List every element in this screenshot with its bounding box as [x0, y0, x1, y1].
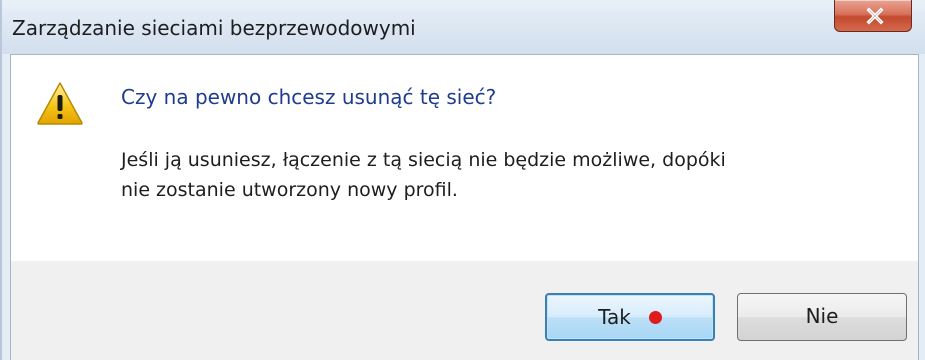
yes-button-label: Tak [598, 305, 631, 329]
click-marker-dot [648, 311, 662, 324]
message-line-2: nie zostanie utworzony nowy profil. [121, 179, 458, 201]
title-bar[interactable]: Zarządzanie sieciami bezprzewodowymi [2, 0, 925, 54]
dialog-message: Jeśli ją usuniesz, łączenie z tą siecią … [121, 145, 821, 205]
no-button-label: Nie [805, 304, 839, 328]
dialog-body: Czy na pewno chcesz usunąć tę sieć? Jeśl… [10, 54, 919, 360]
dialog-heading: Czy na pewno chcesz usunąć tę sieć? [121, 85, 497, 109]
warning-icon [37, 82, 83, 125]
dialog-window: Zarządzanie sieciami bezprzewodowymi Czy… [0, 0, 925, 360]
window-title: Zarządzanie sieciami bezprzewodowymi [12, 16, 416, 40]
message-line-1: Jeśli ją usuniesz, łączenie z tą siecią … [121, 149, 726, 171]
no-button[interactable]: Nie [737, 293, 907, 341]
message-area: Czy na pewno chcesz usunąć tę sieć? Jeśl… [11, 55, 918, 261]
close-icon [866, 7, 884, 25]
close-button[interactable] [834, 0, 912, 32]
yes-button[interactable]: Tak [545, 293, 715, 341]
